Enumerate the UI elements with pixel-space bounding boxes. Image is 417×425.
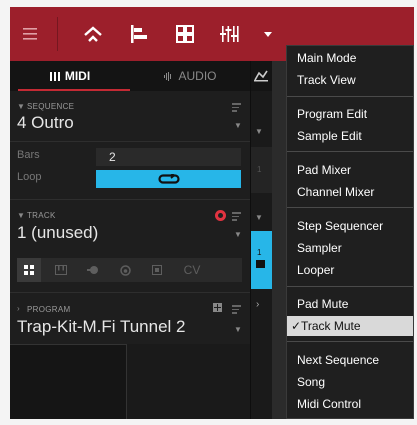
track-view-icon[interactable] bbox=[124, 7, 154, 61]
track-dropdown-icon[interactable]: ▼ bbox=[234, 230, 242, 239]
collapse-caret-icon[interactable]: ▼ bbox=[17, 211, 25, 220]
menu-item-song[interactable]: Song bbox=[287, 372, 413, 392]
menu-divider bbox=[287, 96, 413, 97]
menu-divider bbox=[287, 207, 413, 208]
tab-midi-label: MIDI bbox=[64, 69, 91, 83]
menu-item-track-mute-label: Track Mute bbox=[301, 319, 361, 333]
menu-item-next-sequence[interactable]: Next Sequence bbox=[287, 350, 413, 370]
keygroup-icon[interactable] bbox=[49, 258, 73, 282]
track-menu-icon[interactable] bbox=[232, 212, 241, 221]
tab-bar: MIDI AUDIO bbox=[10, 61, 250, 91]
strip-caret-icon[interactable]: ▼ bbox=[255, 213, 263, 222]
cv-button[interactable]: CV bbox=[175, 258, 209, 282]
toolbar-divider bbox=[57, 17, 58, 51]
loop-label: Loop bbox=[17, 171, 42, 183]
strip-expand-icon[interactable]: › bbox=[256, 299, 259, 310]
app-window: MIDI AUDIO ▼ SEQUENCE 4 Outro ▼ Bars 2 L… bbox=[10, 7, 414, 419]
midi-port-icon[interactable] bbox=[145, 258, 169, 282]
waveform-icon bbox=[164, 71, 172, 81]
mixer-icon[interactable] bbox=[215, 7, 245, 61]
bars-field[interactable]: 2 bbox=[96, 148, 241, 166]
sequence-menu-icon[interactable] bbox=[232, 103, 241, 112]
menu-item-sampler[interactable]: Sampler bbox=[287, 238, 413, 258]
grid-view-icon[interactable] bbox=[170, 7, 200, 61]
pad-grid-area bbox=[10, 344, 250, 419]
left-panel: MIDI AUDIO ▼ SEQUENCE 4 Outro ▼ Bars 2 L… bbox=[10, 61, 250, 419]
program-add-icon[interactable] bbox=[213, 303, 222, 312]
strip-caret-icon[interactable]: ▼ bbox=[255, 127, 263, 136]
menu-item-sample-edit[interactable]: Sample Edit bbox=[287, 126, 413, 146]
collapse-caret-icon[interactable]: ▼ bbox=[17, 102, 25, 111]
tab-midi[interactable]: MIDI bbox=[10, 61, 130, 91]
menu-item-track-mute[interactable]: ✓Track Mute bbox=[287, 316, 413, 336]
program-dropdown-icon[interactable]: ▼ bbox=[234, 325, 242, 334]
track-select[interactable]: 1 (unused) bbox=[17, 223, 98, 243]
menu-item-pad-mute[interactable]: Pad Mute bbox=[287, 294, 413, 314]
program-select[interactable]: Trap-Kit-M.Fi Tunnel 2 bbox=[17, 317, 185, 337]
record-arm-icon[interactable] bbox=[215, 210, 226, 221]
sequence-label: SEQUENCE bbox=[27, 102, 75, 111]
clip-icon[interactable] bbox=[81, 258, 105, 282]
strip-sequence-row: 1 bbox=[257, 165, 262, 174]
menu-item-track-view[interactable]: Track View bbox=[287, 70, 413, 90]
tab-audio[interactable]: AUDIO bbox=[130, 61, 250, 91]
checkmark-icon: ✓ bbox=[291, 319, 302, 333]
sequence-strip: ▼ 1 ▼ 1 › bbox=[250, 61, 273, 419]
program-section: › PROGRAM Trap-Kit-M.Fi Tunnel 2 ▼ bbox=[10, 293, 250, 345]
menu-divider bbox=[287, 286, 413, 287]
hamburger-icon[interactable] bbox=[16, 7, 44, 61]
menu-item-main-mode[interactable]: Main Mode bbox=[287, 48, 413, 68]
track-type-bar: CV bbox=[17, 258, 242, 282]
tab-audio-label: AUDIO bbox=[178, 69, 217, 83]
sequence-dropdown-icon[interactable]: ▼ bbox=[234, 121, 242, 130]
menu-item-program-edit[interactable]: Program Edit bbox=[287, 104, 413, 124]
menu-item-pad-mixer[interactable]: Pad Mixer bbox=[287, 160, 413, 180]
program-label: PROGRAM bbox=[27, 305, 71, 314]
menu-item-looper[interactable]: Looper bbox=[287, 260, 413, 280]
menu-item-step-sequencer[interactable]: Step Sequencer bbox=[287, 216, 413, 236]
menu-item-channel-mixer[interactable]: Channel Mixer bbox=[287, 182, 413, 202]
chevron-down-icon[interactable] bbox=[258, 7, 278, 61]
sequence-select[interactable]: 4 Outro bbox=[17, 113, 74, 133]
loop-toggle[interactable] bbox=[96, 170, 241, 188]
menu-divider bbox=[287, 341, 413, 342]
automation-icon[interactable] bbox=[254, 69, 268, 87]
midi-icon bbox=[49, 71, 60, 81]
track-label: TRACK bbox=[27, 211, 56, 220]
drum-grid-icon[interactable] bbox=[17, 258, 41, 282]
loop-icon bbox=[157, 174, 180, 184]
sequence-section: ▼ SEQUENCE 4 Outro ▼ Bars 2 Loop bbox=[10, 91, 250, 201]
strip-track-row: 1 bbox=[257, 248, 262, 257]
strip-track-cell[interactable]: 1 bbox=[251, 231, 272, 289]
home-mode-icon[interactable] bbox=[78, 7, 108, 61]
menu-item-midi-control[interactable]: Midi Control bbox=[287, 394, 413, 414]
menu-divider bbox=[287, 151, 413, 152]
mode-menu: Main Mode Track View Program Edit Sample… bbox=[286, 45, 414, 419]
plugin-icon[interactable] bbox=[113, 258, 137, 282]
expand-caret-icon[interactable]: › bbox=[17, 304, 20, 313]
program-menu-icon[interactable] bbox=[232, 305, 241, 314]
bars-label: Bars bbox=[17, 149, 40, 161]
